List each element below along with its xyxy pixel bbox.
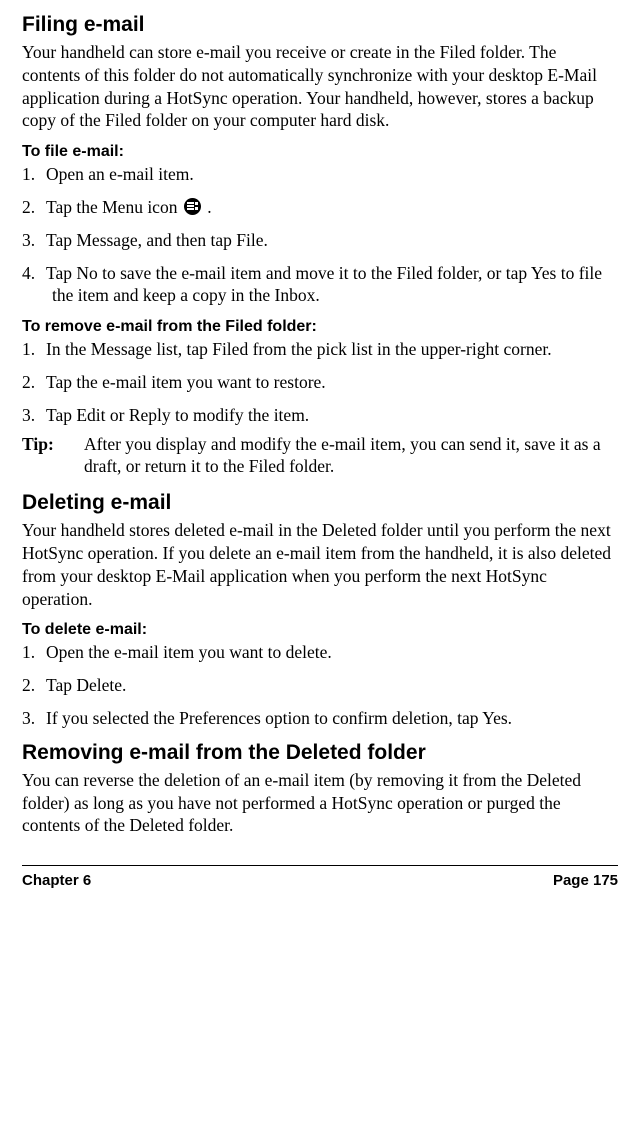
step-text-part-a: Tap the Menu icon bbox=[46, 197, 182, 217]
subheading-to-delete-email: To delete e-mail: bbox=[22, 620, 618, 639]
subheading-to-remove-email: To remove e-mail from the Filed folder: bbox=[22, 317, 618, 336]
step-item: Tap the Menu icon . bbox=[22, 196, 618, 219]
step-text: Tap Edit or Reply to modify the item. bbox=[46, 405, 309, 425]
footer-chapter: Chapter 6 bbox=[22, 872, 91, 889]
step-item: Tap No to save the e-mail item and move … bbox=[22, 262, 618, 308]
steps-to-remove-email: In the Message list, tap Filed from the … bbox=[22, 338, 618, 426]
tip-label: Tip: bbox=[22, 433, 84, 479]
step-item: Tap Message, and then tap File. bbox=[22, 229, 618, 252]
step-text: Open the e-mail item you want to delete. bbox=[46, 642, 332, 662]
step-text: Tap No to save the e-mail item and move … bbox=[46, 263, 602, 306]
step-text: In the Message list, tap Filed from the … bbox=[46, 339, 552, 359]
subheading-to-file-email: To file e-mail: bbox=[22, 142, 618, 161]
step-text: Tap the e-mail item you want to restore. bbox=[46, 372, 326, 392]
step-text: Tap Message, and then tap File. bbox=[46, 230, 268, 250]
step-item: Open the e-mail item you want to delete. bbox=[22, 641, 618, 664]
menu-icon bbox=[184, 198, 201, 215]
tip-row: Tip: After you display and modify the e-… bbox=[22, 433, 618, 479]
page-footer: Chapter 6 Page 175 bbox=[22, 865, 618, 907]
step-item: If you selected the Preferences option t… bbox=[22, 707, 618, 730]
step-text-part-b: . bbox=[203, 197, 212, 217]
steps-to-delete-email: Open the e-mail item you want to delete.… bbox=[22, 641, 618, 729]
step-text: Open an e-mail item. bbox=[46, 164, 194, 184]
step-text: If you selected the Preferences option t… bbox=[46, 708, 512, 728]
tip-text: After you display and modify the e-mail … bbox=[84, 433, 618, 479]
step-item: Tap Edit or Reply to modify the item. bbox=[22, 404, 618, 427]
intro-removing-from-deleted: You can reverse the deletion of an e-mai… bbox=[22, 769, 618, 837]
step-text: Tap Delete. bbox=[46, 675, 126, 695]
step-item: In the Message list, tap Filed from the … bbox=[22, 338, 618, 361]
footer-page-number: Page 175 bbox=[553, 872, 618, 889]
heading-removing-from-deleted: Removing e-mail from the Deleted folder bbox=[22, 740, 618, 765]
intro-filing-email: Your handheld can store e-mail you recei… bbox=[22, 41, 618, 132]
step-item: Tap Delete. bbox=[22, 674, 618, 697]
heading-filing-email: Filing e-mail bbox=[22, 12, 618, 37]
heading-deleting-email: Deleting e-mail bbox=[22, 490, 618, 515]
intro-deleting-email: Your handheld stores deleted e-mail in t… bbox=[22, 519, 618, 610]
steps-to-file-email: Open an e-mail item. Tap the Menu icon .… bbox=[22, 163, 618, 307]
step-item: Tap the e-mail item you want to restore. bbox=[22, 371, 618, 394]
step-item: Open an e-mail item. bbox=[22, 163, 618, 186]
